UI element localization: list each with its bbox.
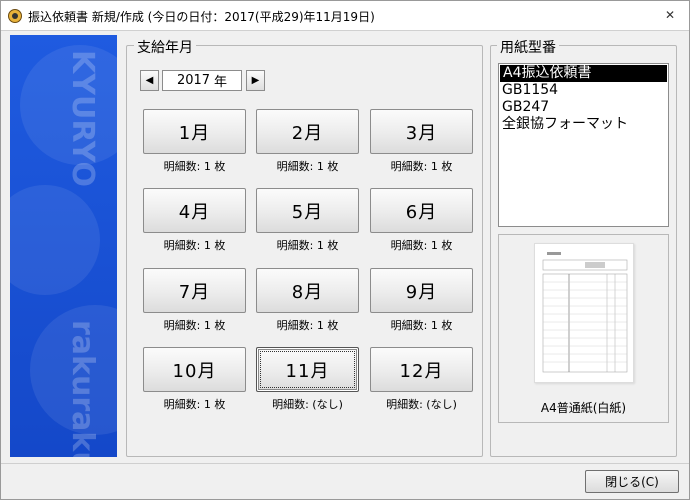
month-button[interactable]: 1月	[143, 109, 246, 154]
month-count: 明細数: 1 枚	[163, 239, 226, 252]
arrow-right-icon: ▶	[251, 75, 260, 86]
year-value: 2017	[176, 73, 211, 88]
month-count: 明細数: 1 枚	[390, 239, 453, 252]
paper-type-item[interactable]: GB247	[499, 99, 668, 116]
paper-preview-box: A4普通紙(白紙)	[498, 234, 669, 423]
brand-text-top: KYURYO	[65, 50, 100, 187]
month-button[interactable]: 9月	[370, 268, 473, 313]
month-count: 明細数: 1 枚	[390, 160, 453, 173]
year-field[interactable]: 2017 年	[162, 70, 242, 91]
month-button[interactable]: 11月	[256, 347, 359, 392]
month-button[interactable]: 12月	[370, 347, 473, 392]
month-button[interactable]: 7月	[143, 268, 246, 313]
month-button[interactable]: 3月	[370, 109, 473, 154]
dialog-window: 振込依頼書 新規/作成 (今日の日付：2017(平成29)年11月19日) ✕ …	[0, 0, 690, 500]
arrow-left-icon: ◀	[145, 75, 154, 86]
paper-type-label: 用紙型番	[497, 37, 559, 57]
paper-preview-image	[534, 243, 634, 383]
paper-caption: A4普通紙(白紙)	[540, 401, 627, 415]
brand-sidebar: KYURYO rakuraku	[10, 35, 117, 457]
month-count: 明細数: 1 枚	[390, 319, 453, 332]
paper-type-list[interactable]: A4振込依頼書 GB1154 GB247 全銀協フォーマット	[498, 63, 669, 227]
title-bar: 振込依頼書 新規/作成 (今日の日付：2017(平成29)年11月19日) ✕	[1, 1, 689, 31]
paper-type-item[interactable]: GB1154	[499, 82, 668, 99]
month-button[interactable]: 5月	[256, 188, 359, 233]
month-count: 明細数: 1 枚	[276, 160, 339, 173]
app-icon	[8, 9, 22, 23]
month-button[interactable]: 8月	[256, 268, 359, 313]
month-count: 明細数: 1 枚	[163, 160, 226, 173]
year-unit: 年	[214, 75, 228, 90]
form-thumbnail-icon	[542, 252, 628, 373]
paper-type-item[interactable]: 全銀協フォーマット	[499, 116, 668, 133]
month-count: 明細数: 1 枚	[276, 319, 339, 332]
window-title: 振込依頼書 新規/作成 (今日の日付：2017(平成29)年11月19日)	[28, 10, 375, 24]
month-button[interactable]: 6月	[370, 188, 473, 233]
prev-year-button[interactable]: ◀	[140, 70, 159, 91]
close-button[interactable]: 閉じる(C)	[585, 470, 679, 493]
paper-type-item[interactable]: A4振込依頼書	[500, 65, 667, 82]
payment-month-label: 支給年月	[134, 37, 196, 57]
month-count: 明細数: 1 枚	[163, 319, 226, 332]
close-icon[interactable]: ✕	[665, 8, 675, 22]
month-count: 明細数: 1 枚	[276, 239, 339, 252]
brand-text-bottom: rakuraku	[65, 320, 100, 457]
month-button[interactable]: 10月	[143, 347, 246, 392]
next-year-button[interactable]: ▶	[246, 70, 265, 91]
month-button[interactable]: 4月	[143, 188, 246, 233]
month-button[interactable]: 2月	[256, 109, 359, 154]
month-count: 明細数: 1 枚	[163, 398, 226, 411]
month-count: 明細数: (なし)	[272, 398, 343, 411]
footer-divider	[1, 463, 689, 464]
month-count: 明細数: (なし)	[386, 398, 457, 411]
